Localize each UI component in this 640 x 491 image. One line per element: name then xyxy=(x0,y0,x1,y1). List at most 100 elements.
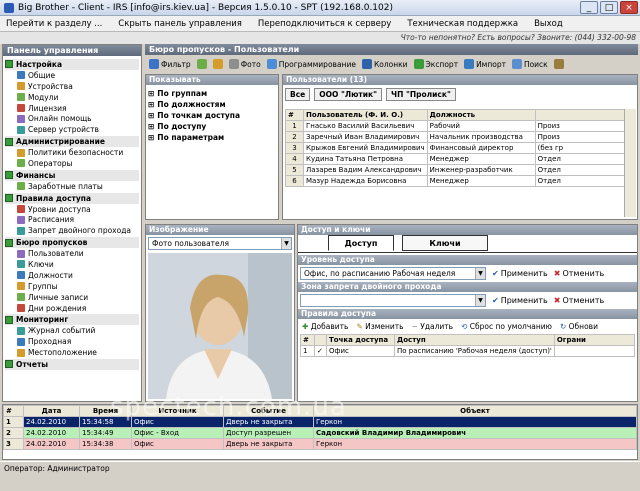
menu-item-hide-panel[interactable]: Скрыть панель управления xyxy=(118,19,242,29)
sidebar-group[interactable]: Мониторинг xyxy=(5,314,139,326)
expand-icon[interactable]: ⊞ xyxy=(148,122,154,131)
sidebar-item[interactable]: Модули xyxy=(5,92,139,103)
sidebar-item[interactable]: Журнал событий xyxy=(5,325,139,336)
tab-access[interactable]: Доступ xyxy=(328,235,394,251)
sidebar-group[interactable]: Отчеты xyxy=(5,359,139,370)
close-button[interactable]: × xyxy=(620,1,638,14)
sidebar-group[interactable]: Бюро пропусков xyxy=(5,237,139,249)
sidebar-item[interactable]: Ключи xyxy=(5,259,139,270)
event-col-object[interactable]: Объект xyxy=(313,405,637,417)
col-number[interactable]: # xyxy=(285,109,304,121)
sidebar-item[interactable]: Личные записи xyxy=(5,292,139,303)
col-user-name[interactable]: Пользователь (Ф. И. О.) xyxy=(303,109,428,121)
sidebar-item[interactable]: Лицензия xyxy=(5,103,139,114)
show-option[interactable]: ⊞ По доступу xyxy=(148,121,276,132)
sidebar-item-label: Группы xyxy=(28,281,58,291)
sidebar-group[interactable]: Финансы xyxy=(5,169,139,181)
sidebar-item[interactable]: Пользователи xyxy=(5,248,139,259)
table-cell: 4 xyxy=(285,153,304,165)
programming-button[interactable]: Программирование xyxy=(266,59,356,69)
event-row[interactable]: 3 24.02.2010 15:34:38 Офис Дверь не закрыта Г… xyxy=(3,438,637,450)
delete-rule-button[interactable]: − Удалить xyxy=(412,322,454,331)
users-action-button[interactable] xyxy=(196,59,207,69)
edit-rule-button[interactable]: ✎ Изменить xyxy=(356,322,403,331)
sidebar-item[interactable]: Проходная xyxy=(5,336,139,347)
sidebar-item-icon xyxy=(17,82,25,91)
show-option[interactable]: ⊞ По точкам доступа xyxy=(148,110,276,121)
sidebar-item[interactable]: Онлайн помощь xyxy=(5,113,139,124)
access-level-select[interactable]: Офис, по расписанию Рабочая неделя ▼ xyxy=(300,267,486,280)
show-option[interactable]: ⊞ По группам xyxy=(148,88,276,99)
event-col-number[interactable]: # xyxy=(3,405,24,417)
sidebar-item[interactable]: Должности xyxy=(5,270,139,281)
sidebar-item[interactable]: Сервер устройств xyxy=(5,124,139,135)
sidebar-item[interactable]: Общие xyxy=(5,70,139,81)
menu-item-exit[interactable]: Выход xyxy=(534,19,563,29)
reset-rules-button[interactable]: ⟲ Сброс по умолчанию xyxy=(461,322,552,331)
show-option[interactable]: ⊞ По параметрам xyxy=(148,132,276,143)
table-row[interactable]: 2 Заречный Иван Владимирович Начальник про… xyxy=(285,131,625,143)
expand-icon[interactable]: ⊞ xyxy=(148,111,154,120)
show-option[interactable]: ⊞ По должностям xyxy=(148,99,276,110)
rules-col-check[interactable] xyxy=(314,334,327,346)
sidebar-item[interactable]: Заработные платы xyxy=(5,181,139,192)
users-scrollbar[interactable] xyxy=(624,109,636,217)
add-rule-button[interactable]: ✚ Добавить xyxy=(302,322,348,331)
table-row[interactable]: 3 Крыжов Евгений Владимирович Финансовый д… xyxy=(285,142,625,154)
sidebar-item[interactable]: Уровни доступа xyxy=(5,204,139,215)
filter-button[interactable]: Фильтр xyxy=(149,59,191,69)
zone-select[interactable]: ▼ xyxy=(300,294,486,307)
table-row[interactable]: 5 Лазарев Вадим Александрович Инженер-разр… xyxy=(285,164,625,176)
filter-tab-all[interactable]: Все xyxy=(285,88,311,101)
refresh-rules-button[interactable]: ↻ Обнови xyxy=(560,322,598,331)
sidebar-item[interactable]: Местоположение xyxy=(5,347,139,358)
menu-item-support[interactable]: Техническая поддержка xyxy=(407,19,518,29)
minimize-button[interactable]: _ xyxy=(580,1,598,14)
photo-button[interactable]: Фото xyxy=(228,59,261,69)
maximize-button[interactable]: □ xyxy=(600,1,618,14)
rules-col-limit[interactable]: Ограни xyxy=(553,334,636,346)
user-edit-button[interactable] xyxy=(212,59,223,69)
apply-level-button[interactable]: ✔ Применить xyxy=(492,269,548,278)
menu-item-reconnect[interactable]: Переподключиться к серверу xyxy=(258,19,391,29)
event-col-date[interactable]: Дата xyxy=(23,405,80,417)
image-type-select[interactable]: Фото пользователя ▼ xyxy=(148,237,292,250)
rule-row[interactable]: 1 ✓ Офис По расписанию 'Рабочая неделя (дос… xyxy=(300,345,636,357)
expand-icon[interactable]: ⊞ xyxy=(148,100,154,109)
sidebar-item[interactable]: Устройства xyxy=(5,81,139,92)
sidebar-item-icon xyxy=(17,293,25,302)
sidebar-item[interactable]: Расписания xyxy=(5,214,139,225)
event-row[interactable]: 2 24.02.2010 15:34:49 Офис - Вход Доступ раз… xyxy=(3,427,637,439)
col-position[interactable]: Должность xyxy=(426,109,536,121)
more-button[interactable] xyxy=(553,59,564,69)
cancel-zone-button[interactable]: ✖ Отменить xyxy=(554,296,604,305)
apply-zone-button[interactable]: ✔ Применить xyxy=(492,296,548,305)
table-row[interactable]: 4 Кудина Татьяна Петровна Менеджер Отдел xyxy=(285,153,625,165)
rules-col-number[interactable]: # xyxy=(300,334,315,346)
info-line[interactable]: Что-то непонятно? Есть вопросы? Звоните:… xyxy=(0,32,640,44)
sidebar-item[interactable]: Запрет двойного прохода xyxy=(5,225,139,236)
menu-item-goto-section[interactable]: Перейти к разделу ... xyxy=(6,19,102,29)
table-row[interactable]: 6 Мазур Надежда Борисовна Менеджер Отдел xyxy=(285,175,625,187)
col-group[interactable] xyxy=(534,109,625,121)
rules-col-point[interactable]: Точка доступа xyxy=(326,334,395,346)
table-row[interactable]: 1 Гнасько Василий Васильевич Рабочий Произ xyxy=(285,120,625,132)
expand-icon[interactable]: ⊞ xyxy=(148,133,154,142)
sidebar-item[interactable]: Группы xyxy=(5,281,139,292)
sidebar-item[interactable]: Операторы xyxy=(5,158,139,169)
rules-col-access[interactable]: Доступ xyxy=(394,334,555,346)
filter-tab-lyutik[interactable]: ООО "Лютик" xyxy=(314,88,383,101)
search-button[interactable]: Поиск xyxy=(511,59,548,69)
export-button[interactable]: Экспорт xyxy=(413,59,458,69)
sidebar-item[interactable]: Политики безопасности xyxy=(5,147,139,158)
sidebar-group[interactable]: Настройка xyxy=(5,59,139,70)
cancel-level-button[interactable]: ✖ Отменить xyxy=(554,269,604,278)
sidebar-group[interactable]: Правила доступа xyxy=(5,192,139,204)
sidebar-group[interactable]: Администрирование xyxy=(5,136,139,148)
import-button[interactable]: Импорт xyxy=(464,59,506,69)
expand-icon[interactable]: ⊞ xyxy=(148,89,154,98)
filter-tab-prolisk[interactable]: ЧП "Пролиск" xyxy=(386,88,456,101)
tab-keys[interactable]: Ключи xyxy=(402,235,488,251)
columns-button[interactable]: Колонки xyxy=(361,59,408,69)
sidebar-item[interactable]: Дни рождения xyxy=(5,303,139,314)
